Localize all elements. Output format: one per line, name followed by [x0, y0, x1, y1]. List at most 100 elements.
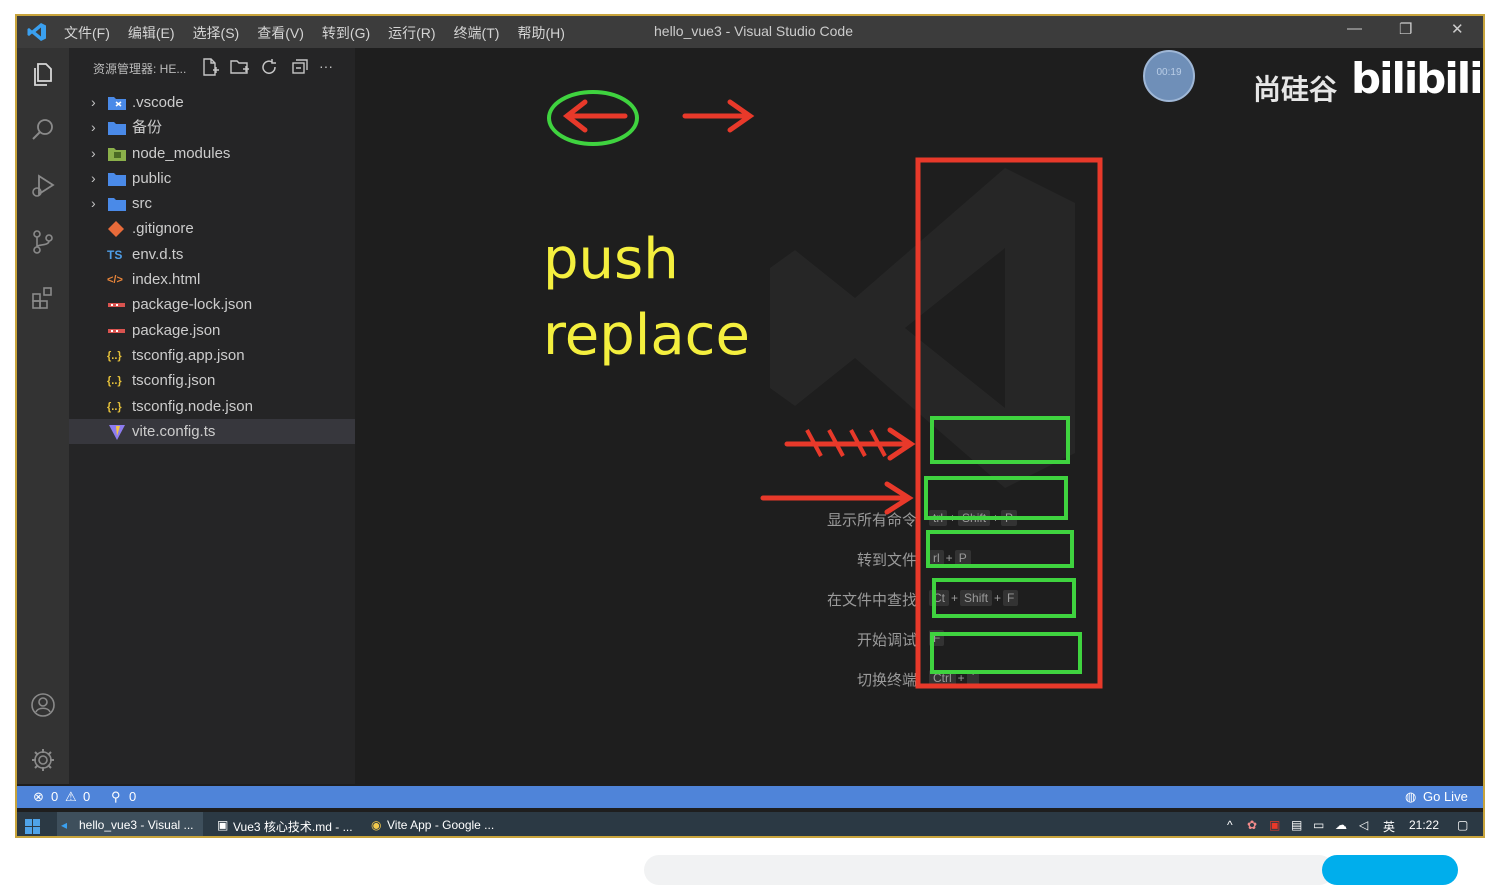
tray-network-icon[interactable]: ▤ [1291, 818, 1302, 832]
run-debug-icon[interactable] [29, 172, 57, 200]
menu-run[interactable]: 运行(R) [388, 23, 435, 43]
go-live-icon[interactable]: ◍ [1405, 789, 1416, 805]
search-icon[interactable] [29, 116, 57, 144]
volume-icon[interactable]: ◁ [1359, 818, 1368, 832]
windows-start-icon[interactable] [25, 819, 40, 834]
new-folder-icon[interactable] [229, 57, 251, 77]
tree-item-tsconfig-json[interactable]: {..} tsconfig.json [69, 368, 355, 393]
go-live-button[interactable]: Go Live [1423, 789, 1468, 804]
chevron-right-icon: › [91, 94, 96, 110]
tree-item-label: src [132, 195, 152, 213]
task-label: Vue3 核心技术.md - ... [233, 820, 353, 834]
explorer-header: 资源管理器: HE... [93, 62, 187, 76]
error-icon[interactable]: ⊗ [33, 789, 44, 805]
search-button[interactable] [1322, 855, 1458, 885]
chevron-right-icon: › [91, 119, 96, 136]
close-button[interactable]: ✕ [1451, 20, 1464, 38]
error-count[interactable]: 0 [51, 789, 58, 804]
vite-icon [109, 424, 125, 440]
annotation-replace: replace [543, 303, 750, 368]
chrome-task-icon: ◉ [371, 818, 382, 832]
folder-icon [108, 122, 126, 136]
tree-item-label: env.d.ts [132, 245, 184, 263]
menu-help[interactable]: 帮助(H) [517, 23, 564, 43]
status-bar: ⊗ 0 ⚠ 0 ⚲ 0 ◍ Go Live [17, 786, 1483, 808]
ts-icon: TS [107, 247, 123, 262]
title-bar: 文件(F) 编辑(E) 选择(S) 查看(V) 转到(G) 运行(R) 终端(T… [17, 16, 1483, 48]
clock-time[interactable]: 21:22 [1409, 818, 1439, 832]
task-label: Vite App - Google ... [387, 818, 495, 832]
tree-item-public[interactable]: › public [69, 166, 355, 191]
tray-cloud-icon[interactable]: ☁ [1335, 818, 1347, 832]
tree-item-label: .gitignore [132, 220, 194, 238]
notification-icon[interactable]: ▢ [1457, 818, 1468, 832]
minimize-button[interactable]: — [1347, 20, 1362, 37]
account-icon[interactable] [29, 691, 57, 719]
tree-item-tsconfig-app-json[interactable]: {..} tsconfig.app.json [69, 343, 355, 368]
json-icon: {..} [107, 349, 122, 362]
tree-item-package-json[interactable]: package.json [69, 318, 355, 343]
search-input[interactable] [644, 855, 1334, 885]
git-icon [108, 221, 124, 238]
menu-bar: 文件(F) 编辑(E) 选择(S) 查看(V) 转到(G) 运行(R) 终端(T… [64, 23, 565, 43]
tree-item-index-html[interactable]: </> index.html [69, 267, 355, 292]
menu-edit[interactable]: 编辑(E) [128, 23, 175, 43]
ports-icon[interactable]: ⚲ [111, 789, 121, 805]
tree-item-vite-config-ts[interactable]: vite.config.ts [69, 418, 355, 445]
menu-go[interactable]: 转到(G) [322, 23, 370, 43]
more-actions-icon[interactable]: ··· [319, 57, 341, 77]
tray-display-icon[interactable]: ▭ [1313, 818, 1324, 832]
refresh-icon[interactable] [259, 57, 281, 77]
json-icon: {..} [107, 375, 122, 388]
activity-bar [17, 48, 69, 784]
tree-item-label: package.json [132, 321, 221, 339]
watermark-text: 尚硅谷 [1253, 74, 1338, 105]
html-icon: </> [107, 274, 123, 287]
menu-selection[interactable]: 选择(S) [193, 23, 240, 43]
menu-file[interactable]: 文件(F) [64, 23, 110, 43]
tree-item-label: 备份 [132, 119, 163, 137]
collapse-all-icon[interactable] [289, 57, 311, 77]
typora-task-icon: ▣ [217, 818, 229, 832]
warning-count[interactable]: 0 [83, 789, 90, 804]
tree-item-src[interactable]: › src [69, 191, 355, 216]
menu-terminal[interactable]: 终端(T) [454, 23, 500, 43]
history-stack-annotation [760, 157, 1103, 689]
tree-item-env-d-ts[interactable]: TS env.d.ts [69, 242, 355, 267]
source-control-icon[interactable] [29, 228, 57, 256]
vscode-logo-icon [27, 23, 46, 41]
tray-expand-icon[interactable]: ^ [1227, 818, 1233, 832]
chevron-right-icon: › [91, 144, 96, 161]
folder-icon [108, 198, 126, 212]
tree-item-gitignore[interactable]: .gitignore [69, 216, 355, 241]
new-file-icon[interactable] [199, 57, 221, 77]
tray-record-icon[interactable]: ▣ [1269, 818, 1280, 832]
tree-item-tsconfig-node-json[interactable]: {..} tsconfig.node.json [69, 394, 355, 419]
tree-item-node-modules[interactable]: › node_modules [69, 141, 355, 166]
explorer-icon[interactable] [29, 60, 57, 88]
chevron-right-icon: › [91, 195, 96, 212]
tree-item-package-lock-json[interactable]: package-lock.json [69, 292, 355, 317]
gear-icon[interactable] [29, 746, 57, 774]
tree-item-label: .vscode [132, 94, 184, 111]
task-vscode[interactable]: ◂ hello_vue3 - Visual ... [57, 812, 203, 836]
ports-count[interactable]: 0 [129, 789, 136, 804]
menu-view[interactable]: 查看(V) [257, 23, 304, 43]
extensions-icon[interactable] [29, 284, 57, 312]
restore-button[interactable]: ❐ [1399, 20, 1412, 38]
tree-item-label: tsconfig.app.json [132, 346, 245, 364]
timer-text: 00:19 [1156, 67, 1182, 78]
npm-icon [108, 328, 125, 333]
tree-item-vscode[interactable]: › .vscode [69, 90, 355, 115]
annotation-push: push [543, 227, 679, 292]
ime-indicator[interactable]: 英 [1383, 818, 1395, 835]
tree-item-label: vite.config.ts [132, 422, 216, 440]
tree-item-label: node_modules [132, 144, 231, 162]
file-tree: › .vscode › 备份 › node_modules › public › [69, 90, 355, 445]
tray-app-icon[interactable]: ✿ [1247, 818, 1257, 832]
screen-frame: 文件(F) 编辑(E) 选择(S) 查看(V) 转到(G) 运行(R) 终端(T… [15, 14, 1485, 838]
node-folder-icon [108, 147, 126, 161]
tree-item-backup[interactable]: › 备份 [69, 115, 355, 140]
warning-icon[interactable]: ⚠ [65, 789, 77, 805]
tree-item-label: index.html [132, 271, 201, 289]
